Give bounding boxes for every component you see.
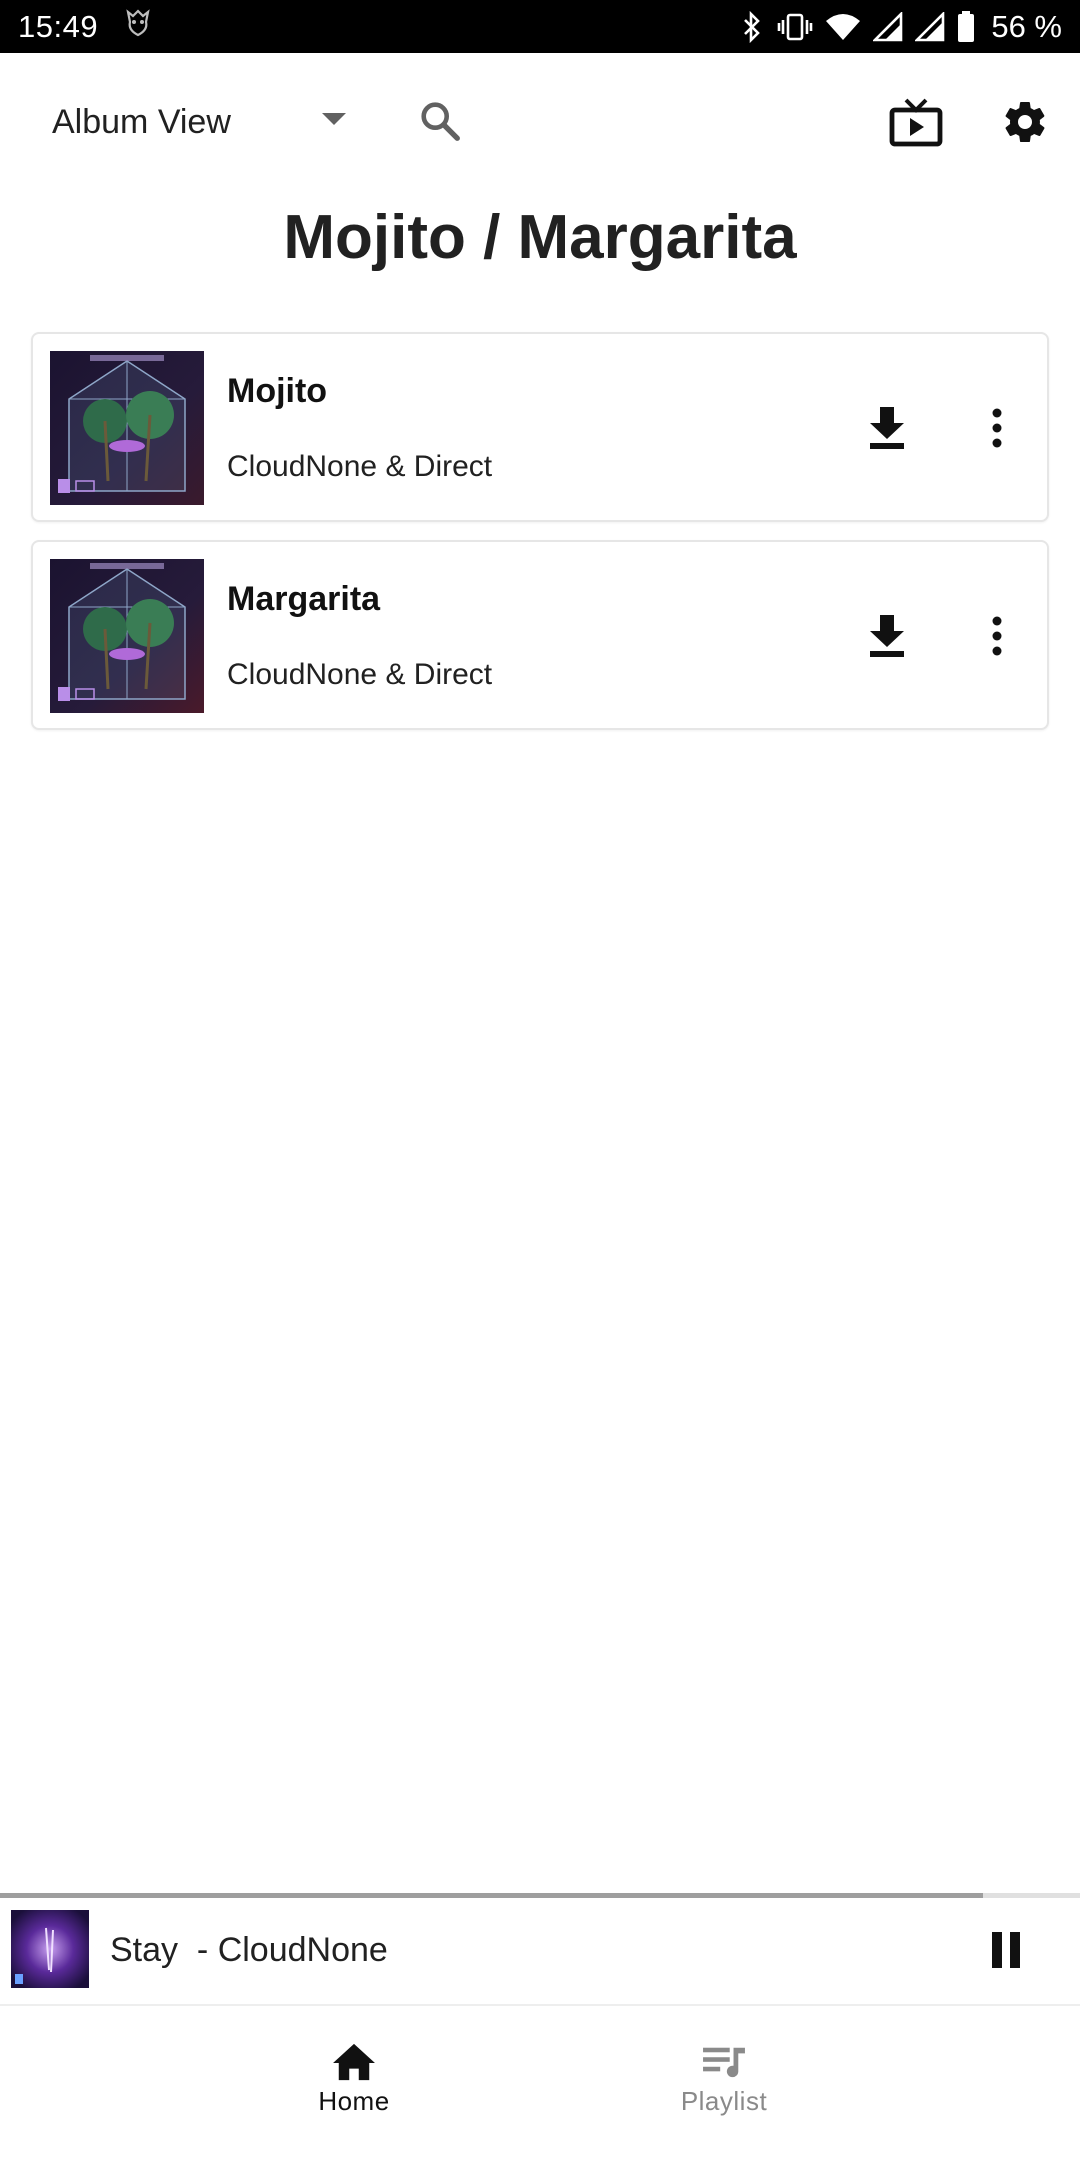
mini-player[interactable]: Stay - CloudNone: [0, 1898, 1080, 2004]
playlist-icon: [703, 2047, 745, 2078]
download-button[interactable]: [863, 404, 911, 452]
track-artist: CloudNone & Direct: [227, 450, 493, 483]
now-playing-text: Stay - CloudNone: [110, 1931, 388, 1969]
pause-button[interactable]: [992, 1932, 1022, 1968]
more-vert-icon: [992, 408, 1002, 448]
more-vert-icon: [992, 616, 1002, 656]
search-icon: [421, 102, 460, 141]
cast-icon: [889, 98, 943, 147]
album-art: [50, 351, 204, 505]
track-card[interactable]: Margarita CloudNone & Direct: [31, 540, 1049, 730]
gear-icon: [1005, 102, 1045, 143]
track-title: Margarita: [227, 580, 381, 618]
nav-label-home: Home: [318, 2086, 390, 2116]
more-options-button[interactable]: [983, 404, 1011, 452]
vibrate-icon: [777, 12, 813, 42]
track-title: Mojito: [227, 372, 328, 410]
now-playing-art: [11, 1910, 89, 1988]
settings-button[interactable]: [996, 93, 1054, 151]
track-artist: CloudNone & Direct: [227, 658, 493, 691]
nav-item-home[interactable]: Home: [254, 2042, 454, 2117]
home-icon: [333, 2043, 375, 2081]
download-button[interactable]: [863, 612, 911, 660]
page-title: Mojito / Margarita: [283, 203, 797, 272]
battery-icon: [957, 10, 975, 43]
app-screen: 15:49 56 % Album View Mojito / Margarita…: [0, 0, 1080, 2160]
signal-icon: [915, 11, 945, 42]
search-button[interactable]: [412, 93, 468, 149]
album-art: [50, 559, 204, 713]
top-app-bar: Album View: [0, 53, 1080, 187]
nav-item-playlist[interactable]: Playlist: [624, 2042, 824, 2117]
pause-icon: [992, 1932, 1002, 1968]
status-bar: 15:49 56 %: [0, 0, 1080, 53]
track-card[interactable]: Mojito CloudNone & Direct: [31, 332, 1049, 522]
battery-percent: 56 %: [991, 8, 1062, 44]
app-notification-icon: [124, 8, 152, 46]
bluetooth-icon: [739, 10, 765, 43]
nav-label-playlist: Playlist: [680, 2086, 768, 2116]
wifi-icon: [825, 13, 861, 41]
dropdown-arrow-icon: [322, 113, 346, 125]
cast-button[interactable]: [884, 91, 948, 155]
download-icon: [870, 407, 904, 449]
bottom-navigation: Home Playlist: [0, 2006, 1080, 2160]
download-icon: [870, 615, 904, 657]
track-list: Mojito CloudNone & Direct Margarita Clou…: [31, 332, 1049, 748]
signal-icon: [873, 11, 903, 42]
status-time: 15:49: [18, 8, 99, 44]
view-mode-label: Album View: [52, 102, 231, 141]
view-mode-dropdown[interactable]: Album View: [52, 97, 352, 147]
more-options-button[interactable]: [983, 612, 1011, 660]
